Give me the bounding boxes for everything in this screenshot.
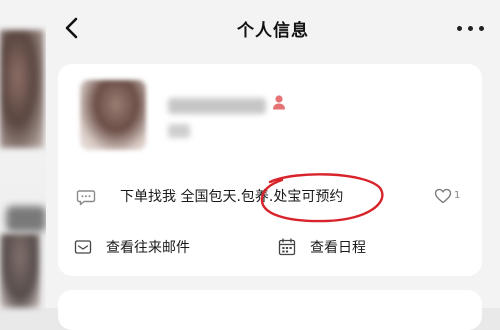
view-mail-button[interactable]: 查看往来邮件 (74, 232, 190, 262)
bio-row: 下单找我 全国包天.包养.处宝可预约 1 (76, 173, 472, 223)
blurred-username (168, 98, 266, 114)
chat-bubble-icon (76, 187, 96, 207)
blurred-user-detail (168, 124, 190, 138)
next-card (58, 290, 482, 330)
heart-icon (434, 188, 452, 204)
avatar[interactable] (80, 80, 146, 150)
profile-card: 下单找我 全国包天.包养.处宝可预约 1 查看往来邮件 查看日程 (58, 64, 482, 276)
background-blurred-photo (0, 30, 44, 148)
female-user-icon (272, 94, 286, 110)
more-dots-icon (456, 25, 462, 31)
more-options-button[interactable] (450, 12, 490, 44)
mail-icon (74, 240, 92, 254)
like-count: 1 (454, 190, 461, 201)
navigation-header: 个人信息 (46, 0, 500, 56)
page-title: 个人信息 (237, 20, 309, 41)
back-chevron-icon (65, 17, 78, 39)
profile-panel: 个人信息 下单找我 全国包天.包养.处宝可预约 1 查看往来邮件 查看日程 (46, 0, 500, 330)
background-blurred-photo-2 (0, 234, 40, 308)
view-schedule-button[interactable]: 查看日程 (278, 232, 366, 262)
view-schedule-label: 查看日程 (310, 240, 366, 256)
background-blurred-text (6, 206, 46, 232)
bio-text: 下单找我 全国包天.包养.处宝可预约 (120, 189, 344, 205)
back-button[interactable] (56, 12, 88, 44)
like-button[interactable]: 1 (434, 184, 464, 208)
calendar-icon (278, 238, 296, 256)
view-mail-label: 查看往来邮件 (106, 240, 190, 256)
